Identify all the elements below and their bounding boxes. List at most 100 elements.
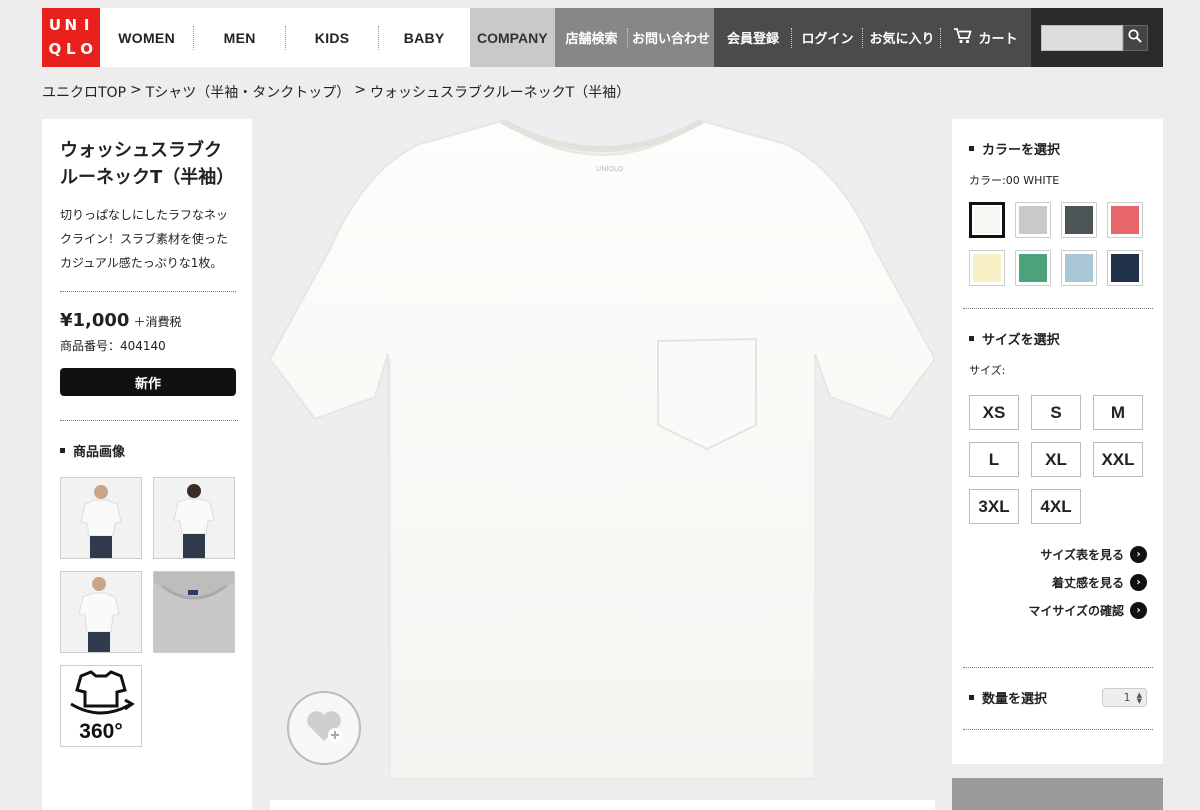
color-swatch-red[interactable]	[1107, 202, 1143, 238]
size-chart-link[interactable]: サイズ表を見る ›	[1040, 546, 1147, 563]
breadcrumb-top[interactable]: ユニクロTOP	[42, 82, 126, 102]
size-label: サイズ:	[969, 364, 1006, 377]
swatch-fill	[1019, 254, 1047, 282]
tshirt-image: UNIQLO	[270, 119, 935, 780]
logo-letter: Q	[48, 39, 62, 58]
nav-baby[interactable]: BABY	[379, 8, 470, 67]
nav-cart-label: カート	[978, 32, 1018, 47]
color-swatch-white[interactable]	[969, 202, 1005, 238]
bullet-icon	[969, 695, 974, 700]
thumbnail-360-label: 360°	[79, 720, 123, 743]
product-images-heading-label: 商品画像	[73, 445, 126, 460]
main-nav: WOMEN MEN KIDS BABY	[100, 8, 470, 67]
swatch-fill	[974, 207, 1000, 233]
size-4xl-button[interactable]: 4XL	[1031, 489, 1081, 524]
nav-account: 会員登録 ログイン お気に入り カート	[713, 8, 1031, 67]
tshirt-brand-label: UNIQLO	[596, 165, 624, 173]
heart-plus-icon	[304, 707, 344, 749]
uniqlo-logo[interactable]: U N I Q L O	[42, 8, 100, 67]
color-swatch-charcoal[interactable]	[1061, 202, 1097, 238]
thumbnail-side-model[interactable]	[60, 571, 142, 653]
fit-guide-link-label: 着丈感を見る	[1051, 576, 1124, 590]
color-swatches	[969, 202, 1147, 286]
nav-support: 店舗検索 お問い合わせ	[554, 8, 714, 67]
main-product-image[interactable]: UNIQLO	[270, 119, 935, 783]
thumbnail-grid: 360°	[60, 477, 236, 747]
color-heading: カラーを選択	[969, 139, 1147, 158]
breadcrumb-separator: >	[354, 82, 367, 98]
size-options: XS S M L XL XXL 3XL 4XL	[969, 395, 1147, 524]
fit-guide-link[interactable]: 着丈感を見る ›	[1052, 574, 1147, 591]
nav-men[interactable]: MEN	[194, 8, 286, 67]
purchase-options-panel: カラーを選択 カラー:00 WHITE サイズを選択 サイズ: XS S M L…	[952, 119, 1163, 764]
quantity-heading: 数量を選択	[969, 688, 1047, 707]
logo-letter: L	[66, 39, 76, 58]
breadcrumb-category[interactable]: Tシャツ（半袖・タンクトップ）	[146, 82, 351, 102]
add-favorite-button[interactable]	[287, 691, 361, 765]
swatch-fill	[1065, 206, 1093, 234]
color-swatch-navy[interactable]	[1107, 250, 1143, 286]
cart-icon	[954, 27, 973, 48]
nav-contact[interactable]: お問い合わせ	[628, 8, 714, 67]
product-images-heading: 商品画像	[60, 441, 236, 460]
swatch-fill	[1111, 206, 1139, 234]
nav-cart[interactable]: カート	[941, 8, 1031, 67]
bullet-icon	[969, 336, 974, 341]
divider	[963, 308, 1153, 309]
size-links: サイズ表を見る › 着丈感を見る › マイサイズの確認 ›	[969, 546, 1147, 619]
thumbnail-front-model[interactable]	[60, 477, 142, 559]
product-info-panel: ウォッシュスラブクルーネックT（半袖） 切りっぱなしにしたラフなネックライン！ス…	[42, 119, 252, 810]
selected-color-label: カラー:00 WHITE	[969, 174, 1060, 187]
chevron-right-icon: ›	[1130, 574, 1147, 591]
product-price: ¥1,000	[60, 310, 130, 331]
logo-letter: U	[48, 16, 62, 34]
size-s-button[interactable]: S	[1031, 395, 1081, 430]
nav-register[interactable]: 会員登録	[714, 8, 792, 67]
add-to-cart-bar[interactable]	[952, 778, 1163, 810]
product-number: 商品番号：404140	[60, 339, 166, 353]
search-input[interactable]	[1040, 24, 1123, 51]
color-heading-label: カラーを選択	[982, 143, 1061, 158]
size-m-button[interactable]: M	[1093, 395, 1143, 430]
size-xl-button[interactable]: XL	[1031, 442, 1081, 477]
color-swatch-yellow[interactable]	[969, 250, 1005, 286]
nav-women[interactable]: WOMEN	[100, 8, 194, 67]
chevron-right-icon: ›	[1130, 546, 1147, 563]
new-badge: 新作	[60, 368, 236, 396]
quantity-select[interactable]: 1 ▲ ▼	[1102, 688, 1147, 707]
search-button[interactable]	[1122, 24, 1148, 51]
swatch-fill	[973, 254, 1001, 282]
divider	[963, 667, 1153, 668]
thumbnail-back-model[interactable]	[153, 477, 235, 559]
size-3xl-button[interactable]: 3XL	[969, 489, 1019, 524]
logo-letter: O	[80, 39, 94, 58]
chevron-right-icon: ›	[1130, 602, 1147, 619]
divider	[963, 729, 1153, 730]
breadcrumb-separator: >	[130, 82, 142, 98]
thumbnail-fabric-detail[interactable]	[153, 571, 235, 653]
search-icon	[1128, 28, 1143, 47]
size-xxl-button[interactable]: XXL	[1093, 442, 1143, 477]
product-description: 切りっぱなしにしたラフなネックライン！スラブ素材を使ったカジュアル感たっぷりな1…	[60, 203, 236, 292]
nav-favorites[interactable]: お気に入り	[863, 8, 941, 67]
swatch-fill	[1019, 206, 1047, 234]
size-xs-button[interactable]: XS	[969, 395, 1019, 430]
search-area	[1030, 8, 1163, 67]
size-chart-link-label: サイズ表を見る	[1040, 548, 1124, 562]
logo-letter: I	[83, 16, 90, 34]
quantity-value: 1	[1123, 691, 1131, 704]
thumbnail-360-view[interactable]: 360°	[60, 665, 142, 747]
my-size-link[interactable]: マイサイズの確認 ›	[1028, 602, 1147, 619]
logo-letter: N	[64, 16, 78, 34]
color-swatch-green[interactable]	[1015, 250, 1051, 286]
nav-store-search[interactable]: 店舗検索	[555, 8, 628, 67]
color-swatch-light-blue[interactable]	[1061, 250, 1097, 286]
nav-company[interactable]: COMPANY	[469, 8, 555, 67]
nav-kids[interactable]: KIDS	[286, 8, 379, 67]
nav-login[interactable]: ログイン	[792, 8, 863, 67]
product-title: ウォッシュスラブクルーネックT（半袖）	[60, 140, 235, 188]
size-l-button[interactable]: L	[969, 442, 1019, 477]
color-swatch-gray[interactable]	[1015, 202, 1051, 238]
price-row: ¥1,000 ＋消費税	[60, 310, 236, 331]
bullet-icon	[60, 448, 65, 453]
